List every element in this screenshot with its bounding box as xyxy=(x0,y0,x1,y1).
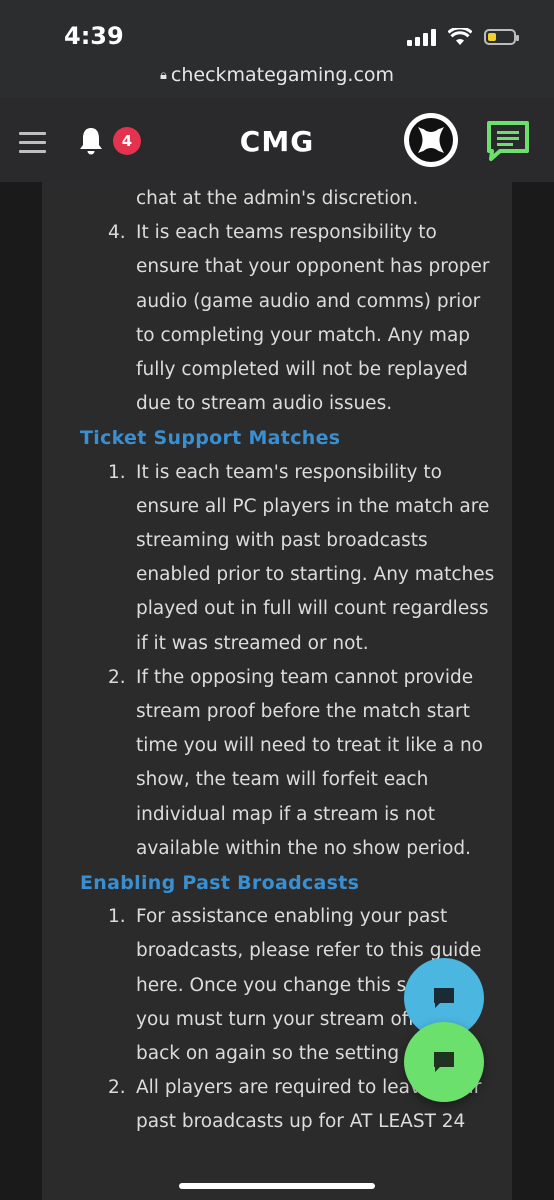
section-heading-ticket-support: Ticket Support Matches xyxy=(80,427,341,450)
item-number: 1. xyxy=(108,461,126,483)
lock-icon: 🔒︎ xyxy=(159,68,167,83)
section-heading-past-broadcasts: Enabling Past Broadcasts xyxy=(80,872,360,895)
list-item: 2. If the opposing team cannot provide s… xyxy=(80,661,500,866)
status-icons xyxy=(407,24,519,50)
message-icon xyxy=(434,988,454,1008)
bell-icon[interactable] xyxy=(78,126,104,156)
item-text: It is each team's responsibility to ensu… xyxy=(136,461,495,654)
cellular-signal-icon xyxy=(407,28,436,46)
item-number: 4. xyxy=(108,222,126,244)
message-icon xyxy=(434,1052,454,1072)
list-item-fragment: chat at the admin's discretion. xyxy=(80,182,500,216)
item-number: 2. xyxy=(108,666,126,688)
chat-icon[interactable] xyxy=(486,120,530,162)
status-time: 4:39 xyxy=(64,22,124,50)
item-text: If the opposing team cannot provide stre… xyxy=(136,666,483,859)
home-indicator[interactable] xyxy=(179,1183,375,1189)
list-item: 1. It is each team's responsibility to e… xyxy=(80,456,500,661)
item-text: It is each teams responsibility to ensur… xyxy=(136,222,490,415)
logo-text: CMG xyxy=(240,128,314,154)
battery-icon xyxy=(484,29,519,45)
xbox-icon[interactable] xyxy=(404,113,458,167)
live-chat-button[interactable] xyxy=(404,1022,484,1102)
status-bar: 4:39 🔒︎ checkmategaming.com xyxy=(0,0,554,98)
address-bar[interactable]: 🔒︎ checkmategaming.com xyxy=(0,64,554,86)
menu-icon[interactable] xyxy=(19,132,46,159)
item-number: 2. xyxy=(108,1077,126,1099)
site-header: 4 CMG xyxy=(0,98,554,182)
notification-badge[interactable]: 4 xyxy=(113,127,141,155)
list-item: 4. It is each teams responsibility to en… xyxy=(80,216,500,421)
url-text: checkmategaming.com xyxy=(170,64,395,86)
wifi-icon xyxy=(448,28,472,45)
item-text: chat at the admin's discretion. xyxy=(136,188,419,209)
cmg-logo[interactable]: CMG xyxy=(221,128,333,154)
item-number: 1. xyxy=(108,906,126,928)
